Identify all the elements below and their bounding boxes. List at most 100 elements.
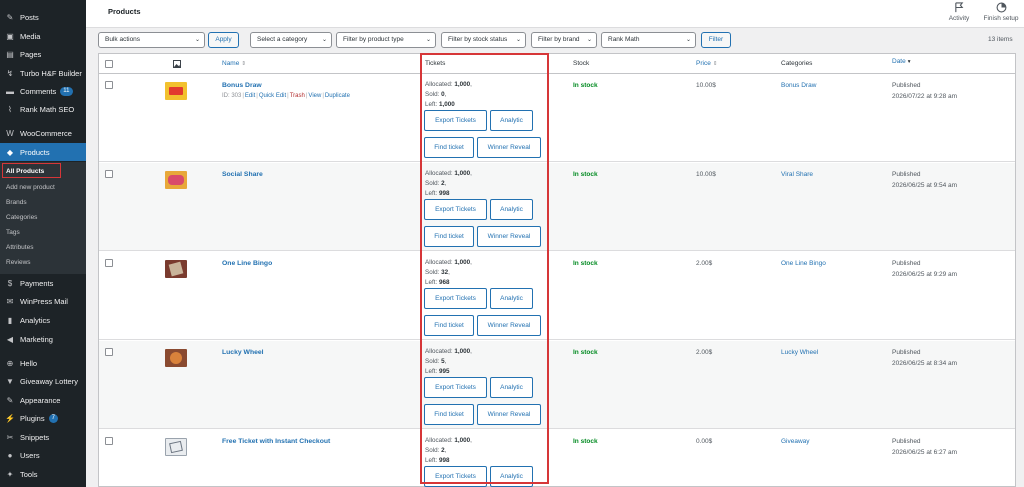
stock-status: In stock xyxy=(573,82,598,89)
menu-tools[interactable]: ✦ Tools xyxy=(0,465,86,483)
product-name-link[interactable]: Free Ticket with Instant Checkout xyxy=(222,438,330,445)
edit-link[interactable]: Edit xyxy=(245,93,255,99)
table-row: Free Ticket with Instant Checkout Alloca… xyxy=(99,430,1015,487)
product-thumbnail[interactable] xyxy=(165,438,187,456)
menu-woocommerce[interactable]: W WooCommerce xyxy=(0,124,86,142)
column-price[interactable]: Price ⇕ xyxy=(696,60,717,67)
submenu-attributes[interactable]: Attributes xyxy=(6,244,33,251)
chevron-down-icon: ⌄ xyxy=(321,37,327,43)
menu-label: Analytics xyxy=(20,315,51,325)
filter-button[interactable]: Filter xyxy=(701,32,731,48)
quick-edit-link[interactable]: Quick Edit xyxy=(259,93,286,99)
menu-payments[interactable]: $ Payments xyxy=(0,274,86,292)
menu-label: Rank Math SEO xyxy=(20,104,75,114)
select-value: Bulk actions xyxy=(105,36,141,43)
menu-label: Hello xyxy=(20,358,38,368)
product-name-link[interactable]: Bonus Draw xyxy=(222,82,262,89)
product-thumbnail[interactable] xyxy=(165,349,187,367)
publish-date: 2026/06/25 at 6:27 am xyxy=(892,449,958,456)
row-checkbox[interactable] xyxy=(105,437,113,445)
submenu-categories[interactable]: Categories xyxy=(6,214,37,221)
row-checkbox[interactable] xyxy=(105,81,113,89)
menu-analytics[interactable]: ▮ Analytics xyxy=(0,311,86,329)
comment-icon: ▬ xyxy=(6,86,14,96)
product-price: 0.00$ xyxy=(696,438,713,445)
menu-label: WooCommerce xyxy=(20,128,72,138)
brand-select[interactable]: Filter by brand ⌄ xyxy=(531,32,597,48)
finish-setup-button[interactable]: Finish setup xyxy=(981,2,1021,26)
duplicate-link[interactable]: Duplicate xyxy=(325,93,350,99)
menu-users[interactable]: ● Users xyxy=(0,446,86,464)
category-select[interactable]: Select a category ⌄ xyxy=(250,32,332,48)
submenu-brands[interactable]: Brands xyxy=(6,199,27,206)
menu-products[interactable]: ◆ Products xyxy=(0,143,86,161)
publish-date: 2026/06/25 at 9:29 am xyxy=(892,271,958,278)
menu-snippets[interactable]: ✂ Snippets xyxy=(0,428,86,446)
menu-pages[interactable]: ▤ Pages xyxy=(0,45,86,63)
menu-comments[interactable]: ▬ Comments 11 xyxy=(0,82,86,100)
select-all-checkbox[interactable] xyxy=(105,60,113,68)
trash-link[interactable]: Trash xyxy=(290,93,305,99)
product-thumbnail[interactable] xyxy=(165,171,187,189)
product-category-link[interactable]: Bonus Draw xyxy=(781,82,816,89)
menu-plugins[interactable]: ⚡ Plugins 7 xyxy=(0,409,86,427)
top-header: Products Activity Finish setup xyxy=(86,0,1024,28)
product-price: 2.00$ xyxy=(696,349,713,356)
view-link[interactable]: View xyxy=(308,93,321,99)
progress-circle-icon xyxy=(996,2,1006,13)
row-checkbox[interactable] xyxy=(105,170,113,178)
publish-date: 2026/06/25 at 8:34 am xyxy=(892,360,958,367)
product-category-link[interactable]: Giveaway xyxy=(781,438,810,445)
column-date[interactable]: Date ▾ xyxy=(892,58,911,65)
menu-label: Appearance xyxy=(20,395,61,405)
menu-label: Giveaway Lottery xyxy=(20,376,78,386)
rank-math-select[interactable]: Rank Math ⌄ xyxy=(601,32,696,48)
menu-rank-math[interactable]: ⌇ Rank Math SEO xyxy=(0,100,86,118)
product-thumbnail[interactable] xyxy=(165,260,187,278)
builder-icon: ↯ xyxy=(6,68,14,78)
products-submenu: All Products Add new product Brands Cate… xyxy=(0,162,86,274)
submenu-add-new[interactable]: Add new product xyxy=(6,184,55,191)
activity-button[interactable]: Activity xyxy=(941,2,977,26)
products-table: Name ⇕ Tickets Stock Price ⇕ Categories Da… xyxy=(98,53,1016,487)
column-name[interactable]: Name ⇕ xyxy=(222,60,246,67)
menu-turbo-builder[interactable]: ↯ Turbo H&F Builder xyxy=(0,64,86,82)
chart-icon: ⌇ xyxy=(8,104,12,114)
select-value: Select a category xyxy=(257,36,308,43)
scissors-icon: ✂ xyxy=(6,432,14,442)
product-thumbnail[interactable] xyxy=(165,82,187,100)
product-name-link[interactable]: One Line Bingo xyxy=(222,260,272,267)
menu-posts[interactable]: ✎ Posts xyxy=(0,8,86,26)
chevron-down-icon: ⌄ xyxy=(586,37,592,43)
table-row: One Line Bingo Allocated: 1,000, Sold: 3… xyxy=(99,252,1015,340)
menu-hello[interactable]: ⊕ Hello xyxy=(0,354,86,372)
select-value: Rank Math xyxy=(608,36,640,43)
product-name-link[interactable]: Lucky Wheel xyxy=(222,349,264,356)
product-type-select[interactable]: Filter by product type ⌄ xyxy=(336,32,436,48)
items-count: 13 items xyxy=(988,36,1013,43)
apply-button[interactable]: Apply xyxy=(208,32,239,48)
publish-status: Published xyxy=(892,171,921,178)
menu-media[interactable]: ▣ Media xyxy=(0,27,86,45)
submenu-tags[interactable]: Tags xyxy=(6,229,20,236)
row-checkbox[interactable] xyxy=(105,259,113,267)
bulk-actions-select[interactable]: Bulk actions ⌄ xyxy=(98,32,205,48)
menu-marketing[interactable]: ◀ Marketing xyxy=(0,330,86,348)
menu-giveaway-lottery[interactable]: ▼ Giveaway Lottery xyxy=(0,372,86,390)
product-category-link[interactable]: One Line Bingo xyxy=(781,260,826,267)
product-category-link[interactable]: Viral Share xyxy=(781,171,813,178)
admin-sidebar: ✎ Posts ▣ Media ▤ Pages ↯ Turbo H&F Builder … xyxy=(0,0,86,487)
row-checkbox[interactable] xyxy=(105,348,113,356)
menu-appearance[interactable]: ✎ Appearance xyxy=(0,391,86,409)
product-name-link[interactable]: Social Share xyxy=(222,171,263,178)
menu-label: WinPress Mail xyxy=(20,296,68,306)
menu-winpress-mail[interactable]: ✉ WinPress Mail xyxy=(0,292,86,310)
sort-desc-icon: ▾ xyxy=(907,59,911,65)
select-value: Filter by brand xyxy=(538,36,580,43)
mail-icon: ✉ xyxy=(6,296,14,306)
highlight-box xyxy=(2,163,61,178)
pages-icon: ▤ xyxy=(6,49,14,59)
stock-status-select[interactable]: Filter by stock status ⌄ xyxy=(441,32,526,48)
submenu-reviews[interactable]: Reviews xyxy=(6,259,31,266)
product-category-link[interactable]: Lucky Wheel xyxy=(781,349,818,356)
